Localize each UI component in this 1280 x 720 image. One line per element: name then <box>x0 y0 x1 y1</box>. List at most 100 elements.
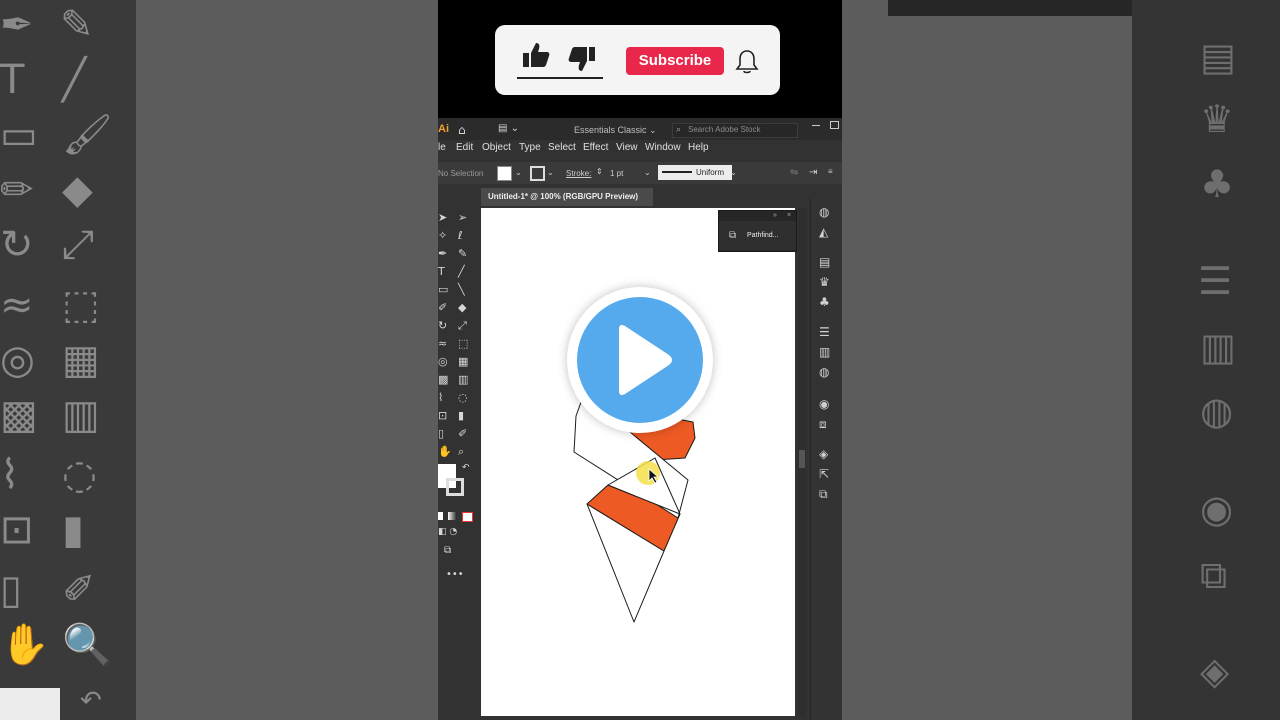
thumbs-down-icon[interactable] <box>567 45 597 73</box>
shape-builder-tool-icon[interactable]: ◎ <box>438 356 448 367</box>
profile-dropdown-icon[interactable]: ⌄ <box>730 168 737 177</box>
stroke-label[interactable]: Stroke: <box>566 169 591 178</box>
libraries-icon[interactable]: ◭ <box>819 226 828 238</box>
profile-line <box>662 171 692 173</box>
slice-tool-icon[interactable]: ✐ <box>458 428 467 439</box>
panel-collapse-icon[interactable]: » <box>773 212 777 219</box>
document-tab[interactable]: Untitled-1* @ 100% (RGB/GPU Preview) <box>481 188 653 206</box>
play-button[interactable] <box>567 287 713 433</box>
gradient-mode-button[interactable] <box>448 512 457 520</box>
eraser-tool-icon: ◆ <box>62 167 93 213</box>
slice-tool-icon: ✐ <box>62 567 96 613</box>
gradient-tool-icon[interactable]: ▥ <box>458 374 468 385</box>
selection-tool-icon[interactable]: ➤ <box>438 212 447 223</box>
line-tool-icon: ╱ <box>62 57 87 103</box>
scale-tool-icon[interactable]: ⤢ <box>458 320 467 331</box>
curvature-tool-icon[interactable]: ✎ <box>458 248 467 259</box>
stroke-dropdown-icon[interactable]: ⌄ <box>547 168 554 177</box>
control-bar-menu-icon[interactable]: ≡ <box>828 167 833 176</box>
rotate-tool-icon: ↻ <box>0 222 34 268</box>
magic-wand-tool-icon[interactable]: ✧ <box>438 230 447 241</box>
warp-tool-icon[interactable]: ≈ <box>438 338 447 349</box>
eyedropper-tool-icon[interactable]: ⌇ <box>438 392 443 403</box>
layers-icon[interactable]: ◈ <box>819 448 828 460</box>
menu-window[interactable]: Window <box>645 142 681 153</box>
lasso-tool-icon[interactable]: ℓ <box>458 230 463 241</box>
menu-select[interactable]: Select <box>548 142 576 153</box>
free-transform-tool-icon[interactable]: ⬚ <box>458 338 468 349</box>
stroke-swatch[interactable] <box>446 478 464 496</box>
artboard[interactable] <box>481 208 795 716</box>
more-tools-icon[interactable]: ••• <box>446 570 464 580</box>
menu-file[interactable]: le <box>438 142 446 153</box>
symbol-sprayer-tool-icon[interactable]: ⊡ <box>438 410 447 421</box>
stroke-weight-value[interactable]: 1 pt <box>610 169 623 178</box>
color-mode-button[interactable] <box>438 512 443 520</box>
mesh-tool-icon: ▩ <box>0 392 38 438</box>
fill-dropdown-icon[interactable]: ⌄ <box>515 168 522 177</box>
layers-icon: ◈ <box>1200 649 1230 693</box>
shaper-tool-icon[interactable]: ✐ <box>438 302 447 313</box>
menu-type[interactable]: Type <box>519 142 541 153</box>
graphic-styles-icon[interactable]: ⧈ <box>819 418 827 430</box>
swap-fill-stroke-icon[interactable]: ↶ <box>462 464 470 473</box>
eraser-tool-icon[interactable]: ◆ <box>458 302 466 313</box>
transparency-icon[interactable]: ◍ <box>819 366 829 378</box>
fill-color-swatch[interactable] <box>497 166 512 181</box>
stroke-stepper-icon[interactable]: ⇕ <box>596 167 603 176</box>
artboard-tool-icon: ▯ <box>0 567 23 613</box>
thumbs-up-icon[interactable] <box>521 41 551 69</box>
properties-icon[interactable]: ◍ <box>819 206 829 218</box>
stroke-weight-dropdown-icon[interactable]: ⌄ <box>644 168 651 177</box>
menu-help[interactable]: Help <box>688 142 709 153</box>
pathfinder-tab[interactable]: ⧉ Pathfind... <box>719 221 796 250</box>
arrange-documents-icon[interactable]: ▤ ⌄ <box>498 124 519 134</box>
artboards-icon[interactable]: ⧉ <box>819 488 828 500</box>
stroke-color-swatch[interactable] <box>530 166 545 181</box>
brushes-icon[interactable]: ♛ <box>819 276 830 288</box>
direct-selection-tool-icon[interactable]: ➢ <box>458 212 467 223</box>
blend-tool-icon[interactable]: ◌ <box>458 392 468 403</box>
subscribe-button[interactable]: Subscribe <box>626 47 724 75</box>
rotate-tool-icon[interactable]: ↻ <box>438 320 447 331</box>
rectangle-tool-icon[interactable]: ▭ <box>438 284 448 295</box>
minimize-icon[interactable] <box>812 125 820 126</box>
pen-tool-icon[interactable]: ✒ <box>438 248 447 259</box>
menu-effect[interactable]: Effect <box>583 142 608 153</box>
menu-view[interactable]: View <box>616 142 638 153</box>
asset-export-icon[interactable]: ⇱ <box>819 468 829 480</box>
gradient-panel-icon[interactable]: ▥ <box>819 346 830 358</box>
scrollbar-thumb[interactable] <box>799 450 805 468</box>
mesh-tool-icon[interactable]: ▩ <box>438 374 448 385</box>
stock-search-field[interactable]: ⌕ Search Adobe Stock <box>672 123 798 138</box>
appearance-icon: ◉ <box>1200 487 1234 531</box>
paintbrush-tool-icon[interactable]: ╲ <box>458 284 465 295</box>
perspective-grid-tool-icon[interactable]: ▦ <box>458 356 468 367</box>
perspective-grid-tool-icon: ▦ <box>62 337 100 383</box>
image-trace-icon[interactable]: ▤ <box>819 256 830 268</box>
type-tool-icon[interactable]: T <box>438 266 445 277</box>
align-icon[interactable]: ⇋ <box>790 167 798 178</box>
zoom-tool-icon[interactable]: ⌕ <box>458 446 464 457</box>
graph-tool-icon[interactable]: ▮ <box>458 410 464 421</box>
panel-close-icon[interactable]: × <box>787 212 791 219</box>
vertical-scrollbar[interactable] <box>798 208 806 716</box>
home-icon[interactable]: ⌂ <box>458 124 466 136</box>
gradient-tool-icon: ▥ <box>62 392 100 438</box>
bell-icon[interactable] <box>735 49 759 75</box>
appearance-icon[interactable]: ◉ <box>819 398 829 410</box>
menu-object[interactable]: Object <box>482 142 511 153</box>
symbols-icon[interactable]: ♣ <box>819 296 830 308</box>
draw-mode-icon[interactable]: ◧ ◔ <box>438 528 457 537</box>
artboard-tool-icon[interactable]: ▯ <box>438 428 444 439</box>
stroke-icon[interactable]: ☰ <box>819 326 830 338</box>
none-mode-button[interactable] <box>462 512 473 522</box>
menu-edit[interactable]: Edit <box>456 142 473 153</box>
maximize-icon[interactable] <box>830 121 839 129</box>
transform-icon[interactable]: ⇥ <box>809 167 817 178</box>
line-tool-icon[interactable]: ╱ <box>458 266 465 277</box>
variable-width-profile[interactable]: Uniform <box>658 165 732 180</box>
screen-mode-icon[interactable]: ⧉ <box>444 546 451 556</box>
workspace-switcher[interactable]: Essentials Classic ⌄ <box>574 125 657 136</box>
hand-tool-icon[interactable]: ✋ <box>438 446 452 457</box>
